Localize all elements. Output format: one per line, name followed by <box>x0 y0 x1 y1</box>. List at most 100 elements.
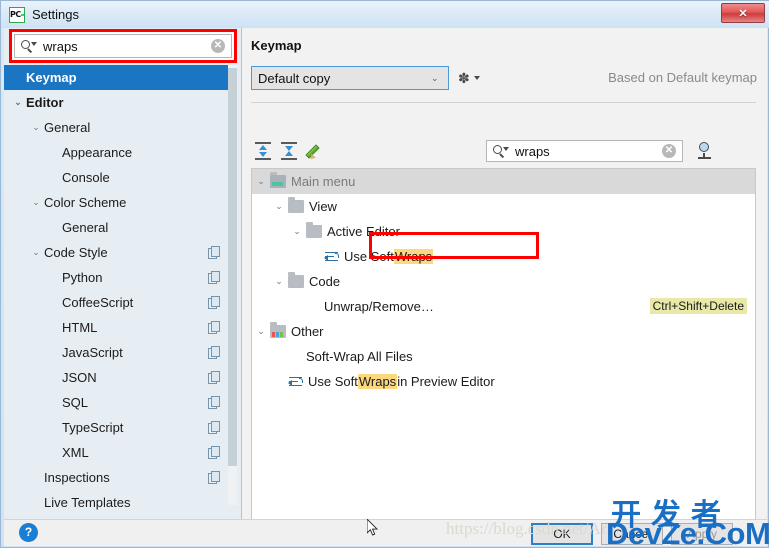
edit-shortcut-icon[interactable] <box>307 141 327 161</box>
sidebar-item-xml[interactable]: XML <box>4 440 232 465</box>
chevron-down-icon[interactable]: ⌄ <box>270 201 288 212</box>
help-button[interactable]: ? <box>19 523 38 542</box>
sidebar-item-label: General <box>62 220 108 235</box>
copy-settings-icon[interactable] <box>208 446 219 458</box>
window-title: Settings <box>32 7 79 22</box>
sidebar-item-label: Editor <box>26 95 64 110</box>
dialog-content: wraps ✕ Keymap⌄Editor⌄GeneralAppearanceC… <box>4 28 767 519</box>
sidebar-item-console[interactable]: Console <box>4 165 232 190</box>
gear-icon[interactable]: ✽ <box>458 69 480 87</box>
cancel-button[interactable]: Cancel <box>601 523 663 545</box>
dialog-footer: ? OK Cancel Apply <box>4 519 767 546</box>
clear-filter-icon[interactable]: ✕ <box>662 144 676 158</box>
copy-settings-icon[interactable] <box>208 421 219 433</box>
chevron-down-icon[interactable]: ⌄ <box>28 247 44 258</box>
keymap-tree-row[interactable]: ⌄ Active Editor <box>252 219 755 244</box>
chevron-down-icon[interactable]: ⌄ <box>28 197 44 208</box>
collapse-all-icon[interactable] <box>280 142 298 160</box>
keymap-action-label: Use Soft <box>344 249 394 264</box>
keymap-action-label: Main menu <box>291 174 355 189</box>
sidebar-scrollbar-thumb[interactable] <box>228 68 237 466</box>
actions-filter-input[interactable]: wraps ✕ <box>486 140 683 162</box>
gear-glyph: ✽ <box>458 70 470 86</box>
chevron-down-icon[interactable]: ⌄ <box>270 276 288 287</box>
keymap-action-label: View <box>309 199 337 214</box>
soft-wrap-icon <box>288 375 304 389</box>
search-input-value: wraps <box>36 39 211 54</box>
keymap-panel: Keymap Default copy ⌄ ✽ Based on Default… <box>243 28 767 519</box>
sidebar-item-inspections[interactable]: Inspections <box>4 465 232 490</box>
sidebar-item-label: Python <box>62 270 102 285</box>
copy-settings-icon[interactable] <box>208 346 219 358</box>
sidebar-item-appearance[interactable]: Appearance <box>4 140 232 165</box>
keymap-action-label-suffix: in Preview Editor <box>397 374 495 389</box>
copy-settings-icon[interactable] <box>208 396 219 408</box>
sidebar-item-javascript[interactable]: JavaScript <box>4 340 232 365</box>
find-by-shortcut-icon[interactable] <box>695 141 715 161</box>
copy-settings-icon[interactable] <box>208 246 219 258</box>
sidebar-item-typescript[interactable]: TypeScript <box>4 415 232 440</box>
chevron-down-icon[interactable]: ⌄ <box>252 326 270 337</box>
apply-button[interactable]: Apply <box>671 523 733 545</box>
sidebar-item-label: Appearance <box>62 145 132 160</box>
ok-button[interactable]: OK <box>531 523 593 545</box>
mainmenu-folder-icon <box>270 175 286 188</box>
copy-settings-icon[interactable] <box>208 371 219 383</box>
sidebar-item-json[interactable]: JSON <box>4 365 232 390</box>
sidebar-item-label: Code Style <box>44 245 108 260</box>
sidebar-item-general[interactable]: ⌄General <box>4 115 232 140</box>
keymap-tree-row[interactable]: ⌄Code <box>252 269 755 294</box>
keymap-tree-row[interactable]: ⌄Other <box>252 319 755 344</box>
settings-window: PC Settings ✕ wraps ✕ Keymap⌄Editor⌄Gene… <box>0 0 769 548</box>
chevron-down-icon[interactable]: ⌄ <box>288 226 306 237</box>
keymap-tree-row[interactable]: ⌄ View <box>252 194 755 219</box>
chevron-down-icon[interactable]: ⌄ <box>28 122 44 133</box>
sidebar-item-label: TypeScript <box>62 420 123 435</box>
search-input[interactable]: wraps ✕ <box>14 34 232 58</box>
shortcut-badge: Ctrl+Shift+Delete <box>650 298 747 314</box>
sidebar-item-keymap[interactable]: Keymap <box>4 65 232 90</box>
clear-search-icon[interactable]: ✕ <box>211 39 225 53</box>
folder-icon <box>288 200 304 213</box>
sidebar-item-editor[interactable]: ⌄Editor <box>4 90 232 115</box>
search-match-highlight: Wraps <box>394 249 433 264</box>
copy-settings-icon[interactable] <box>208 271 219 283</box>
keymap-tree-row[interactable]: ⌄ Main menu <box>252 169 755 194</box>
keymap-tree-row[interactable]: Soft-Wrap All Files <box>252 344 755 369</box>
keymap-tree-row[interactable]: Use Soft Wraps in Preview Editor <box>252 369 755 394</box>
keymap-action-label: Active Editor <box>327 224 400 239</box>
sidebar-item-label: General <box>44 120 90 135</box>
settings-sidebar: wraps ✕ Keymap⌄Editor⌄GeneralAppearanceC… <box>4 28 242 519</box>
sidebar-item-color-scheme[interactable]: ⌄Color Scheme <box>4 190 232 215</box>
sidebar-item-label: JSON <box>62 370 97 385</box>
keymap-select[interactable]: Default copy ⌄ <box>251 66 449 90</box>
keymap-tree-row[interactable]: Use Soft Wraps <box>252 244 755 269</box>
sidebar-item-label: Live Templates <box>44 495 130 510</box>
sidebar-item-python[interactable]: Python <box>4 265 232 290</box>
keymap-action-label: Use Soft <box>308 374 358 389</box>
search-icon <box>492 144 508 158</box>
close-icon[interactable]: ✕ <box>721 3 765 23</box>
expand-all-icon[interactable] <box>254 142 272 160</box>
sidebar-item-label: HTML <box>62 320 97 335</box>
chevron-down-icon[interactable]: ⌄ <box>252 176 270 187</box>
copy-settings-icon[interactable] <box>208 321 219 333</box>
sidebar-item-sql[interactable]: SQL <box>4 390 232 415</box>
chevron-down-icon[interactable]: ⌄ <box>10 97 26 108</box>
keymap-tree-row[interactable]: Unwrap/Remove…Ctrl+Shift+Delete <box>252 294 755 319</box>
sidebar-item-label: Keymap <box>26 70 77 85</box>
copy-settings-icon[interactable] <box>208 296 219 308</box>
sidebar-item-general[interactable]: General <box>4 215 232 240</box>
sidebar-item-label: SQL <box>62 395 88 410</box>
search-icon <box>20 39 36 53</box>
folder-icon <box>288 275 304 288</box>
copy-settings-icon[interactable] <box>208 471 219 483</box>
sidebar-item-html[interactable]: HTML <box>4 315 232 340</box>
sidebar-item-label: Color Scheme <box>44 195 126 210</box>
sidebar-item-code-style[interactable]: ⌄Code Style <box>4 240 232 265</box>
based-on-label: Based on Default keymap <box>608 70 757 85</box>
sidebar-item-coffeescript[interactable]: CoffeeScript <box>4 290 232 315</box>
search-match-highlight: Wraps <box>358 374 397 389</box>
sidebar-item-live-templates[interactable]: Live Templates <box>4 490 232 515</box>
sidebar-item-label: CoffeeScript <box>62 295 133 310</box>
